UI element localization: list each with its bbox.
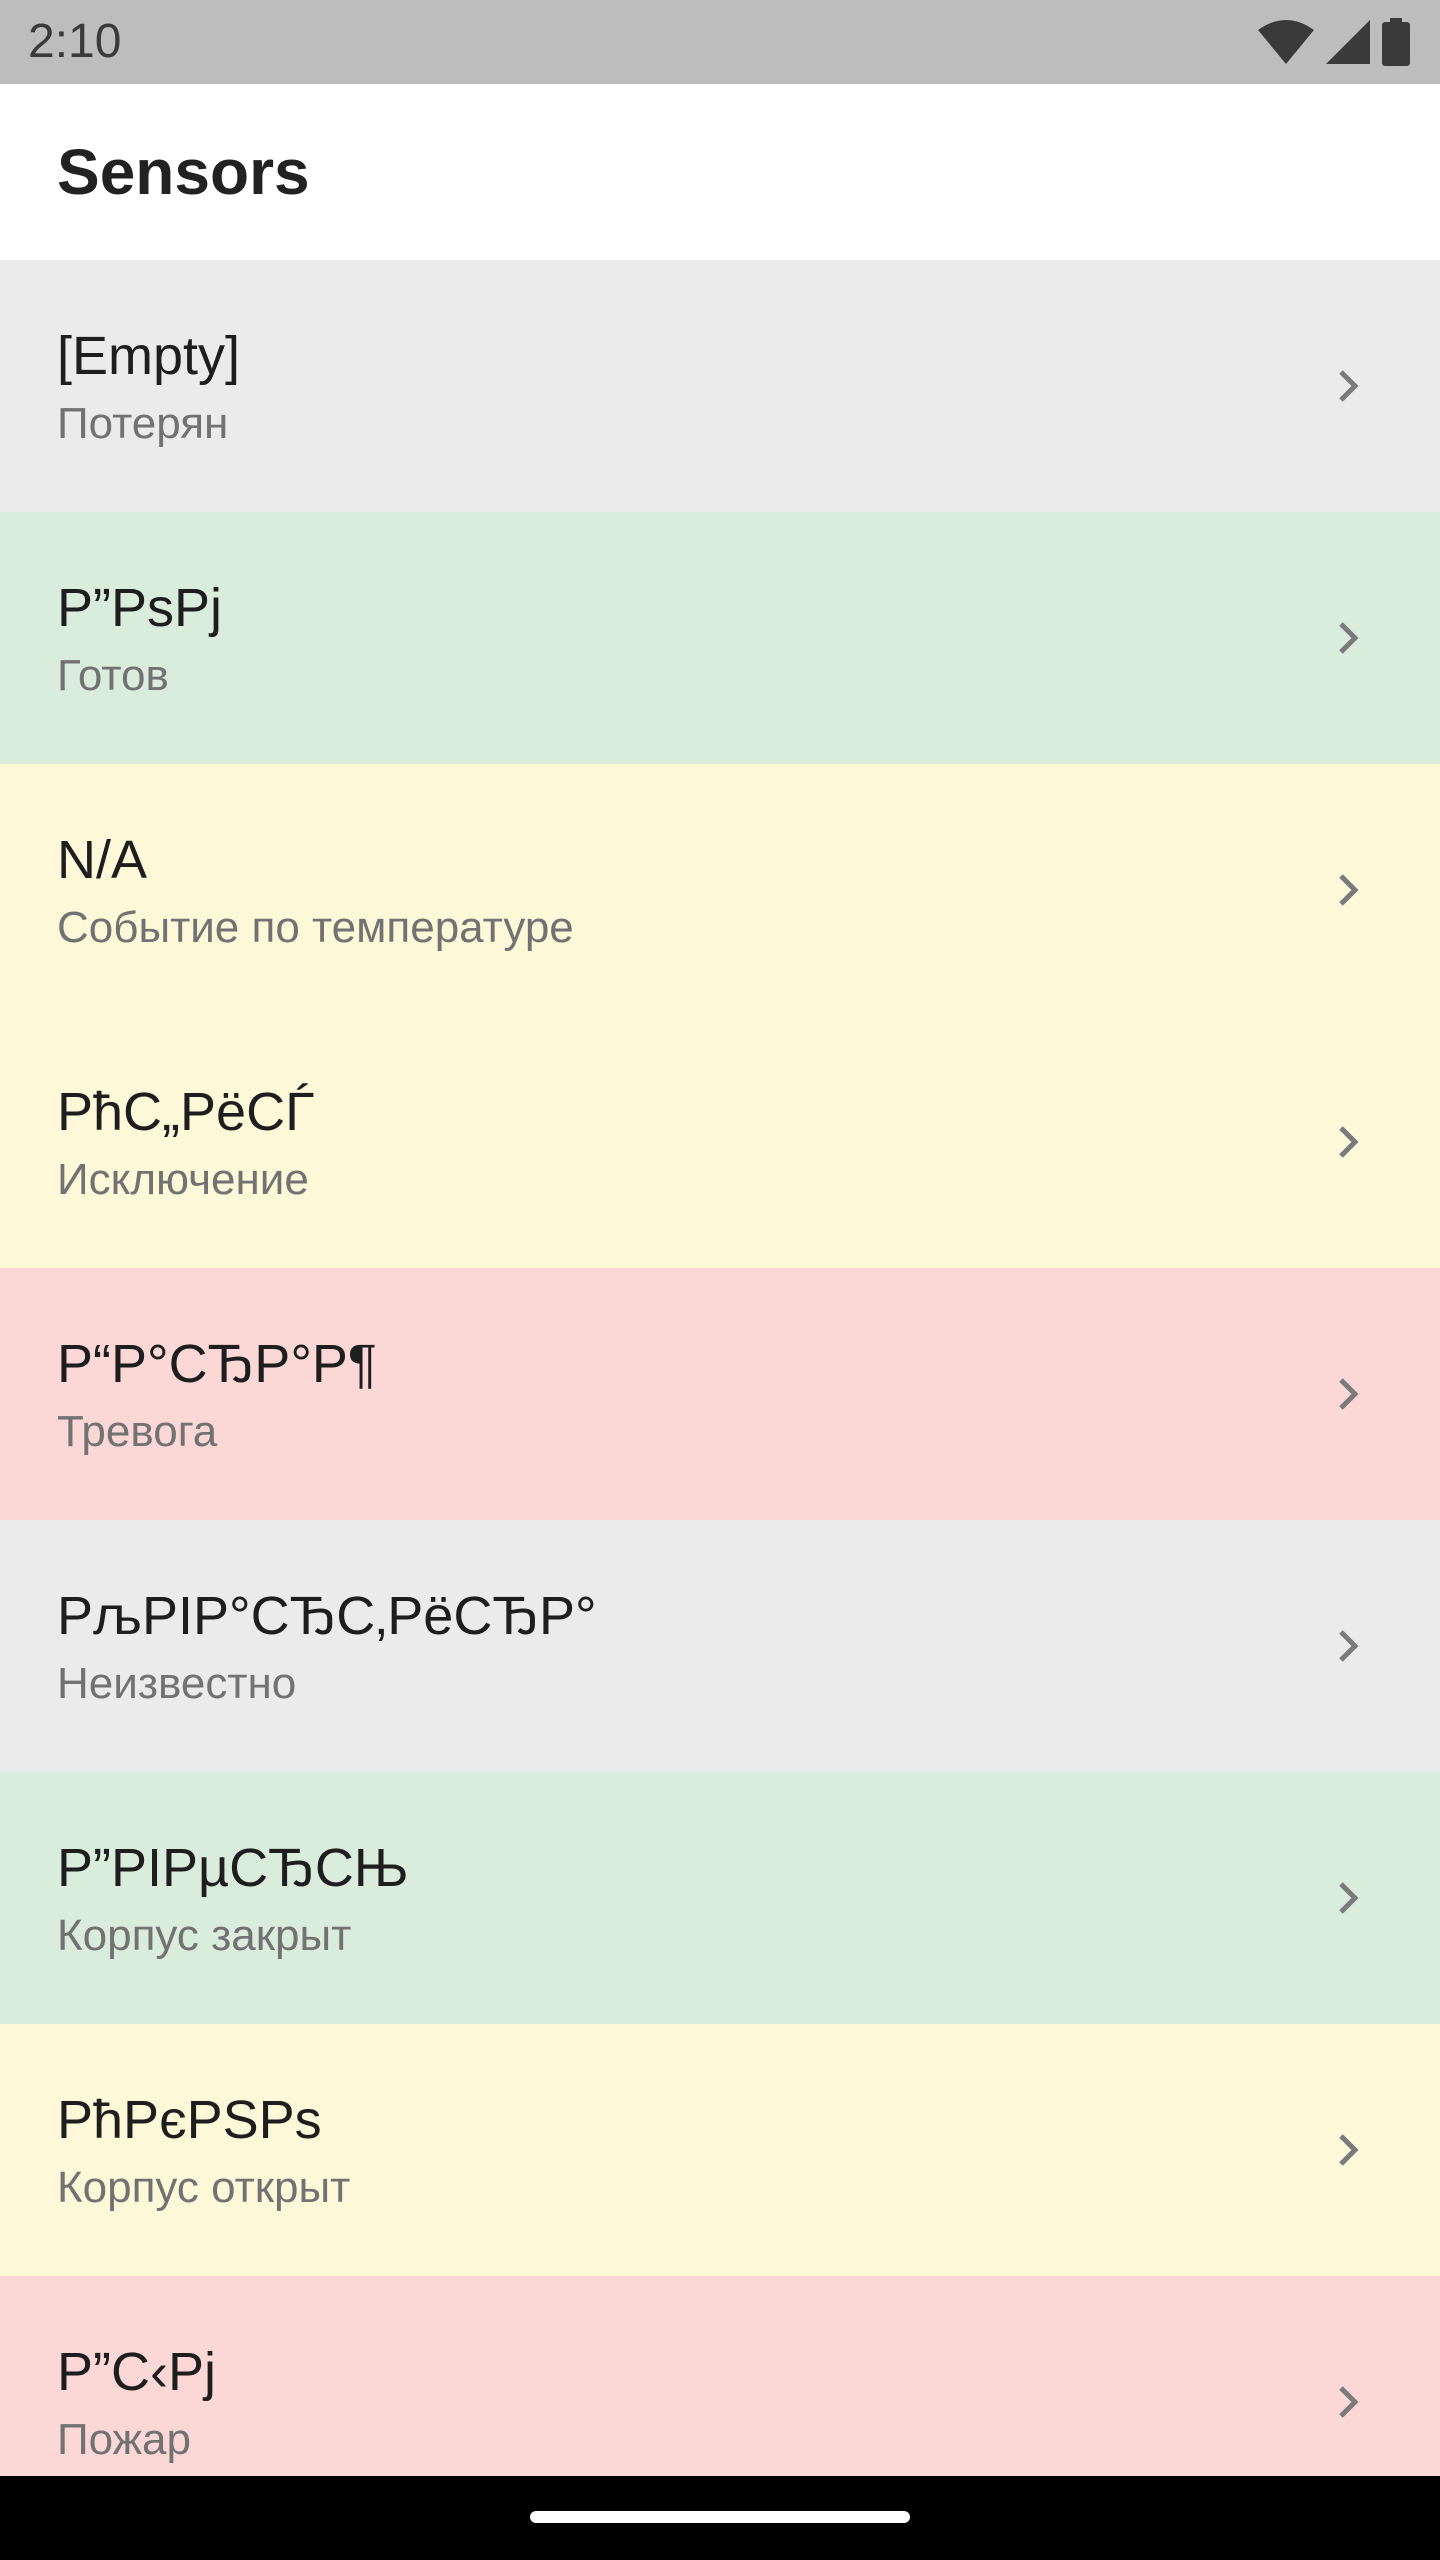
sensor-status: Корпус открыт: [57, 2163, 351, 2212]
app-bar: Sensors: [0, 84, 1440, 260]
sensor-status: Пожар: [57, 2415, 191, 2464]
sensor-name: РћРєРЅРѕ: [57, 2090, 322, 2150]
sensor-status: Событие по температуре: [57, 903, 574, 952]
status-time: 2:10: [28, 15, 122, 68]
chevron-right-icon: [1324, 1874, 1372, 1922]
sensor-name: Р“Р°СЂР°Р¶: [57, 1334, 377, 1394]
cellular-signal-icon: [1326, 20, 1370, 64]
chevron-right-icon: [1324, 362, 1372, 410]
sensor-row[interactable]: Р”РІРµСЂСЊ Корпус закрыт: [0, 1772, 1440, 2024]
navigation-bar: [0, 2476, 1440, 2560]
sensor-status: Неизвестно: [57, 1659, 297, 1708]
page-title: Sensors: [57, 136, 310, 208]
chevron-right-icon: [1324, 1370, 1372, 1418]
sensor-row[interactable]: Р“Р°СЂР°Р¶ Тревога: [0, 1268, 1440, 1520]
sensor-row[interactable]: РљРІР°СЂС‚РёСЂР° Неизвестно: [0, 1520, 1440, 1772]
sensor-row[interactable]: [Empty] Потерян: [0, 260, 1440, 512]
status-bar: 2:10: [0, 0, 1440, 84]
chevron-right-icon: [1324, 2126, 1372, 2174]
sensor-row[interactable]: РћРєРЅРѕ Корпус открыт: [0, 2024, 1440, 2276]
sensor-name: [Empty]: [57, 326, 241, 386]
home-handle[interactable]: [530, 2511, 910, 2523]
sensor-row[interactable]: Р”С‹Рј Пожар: [0, 2276, 1440, 2476]
sensor-status: Корпус закрыт: [57, 1911, 352, 1960]
sensor-status: Готов: [57, 651, 169, 700]
sensor-name: Р”С‹Рј: [57, 2342, 216, 2402]
sensor-row[interactable]: РћС„РёСЃ Исключение: [0, 1016, 1440, 1268]
sensor-name: Р”РІРµСЂСЊ: [57, 1838, 409, 1898]
sensor-name: РљРІР°СЂС‚РёСЂР°: [57, 1586, 597, 1646]
sensor-status: Исключение: [57, 1155, 309, 1204]
sensor-row[interactable]: Р”РѕРј Готов: [0, 512, 1440, 764]
chevron-right-icon: [1324, 614, 1372, 662]
sensor-row[interactable]: N/A Событие по температуре: [0, 764, 1440, 1016]
chevron-right-icon: [1324, 866, 1372, 914]
battery-icon: [1382, 18, 1410, 66]
sensor-name: Р”РѕРј: [57, 578, 223, 638]
chevron-right-icon: [1324, 2378, 1372, 2426]
chevron-right-icon: [1324, 1118, 1372, 1166]
sensor-name: N/A: [57, 830, 148, 890]
chevron-right-icon: [1324, 1622, 1372, 1670]
sensor-status: Тревога: [57, 1407, 218, 1456]
wifi-icon: [1258, 20, 1314, 64]
sensor-status: Потерян: [57, 399, 229, 448]
sensor-name: РћС„РёСЃ: [57, 1082, 315, 1142]
status-icons: [1258, 18, 1410, 66]
sensor-list: [Empty] Потерян Р”РѕРј Готов N/A Событие…: [0, 260, 1440, 2476]
